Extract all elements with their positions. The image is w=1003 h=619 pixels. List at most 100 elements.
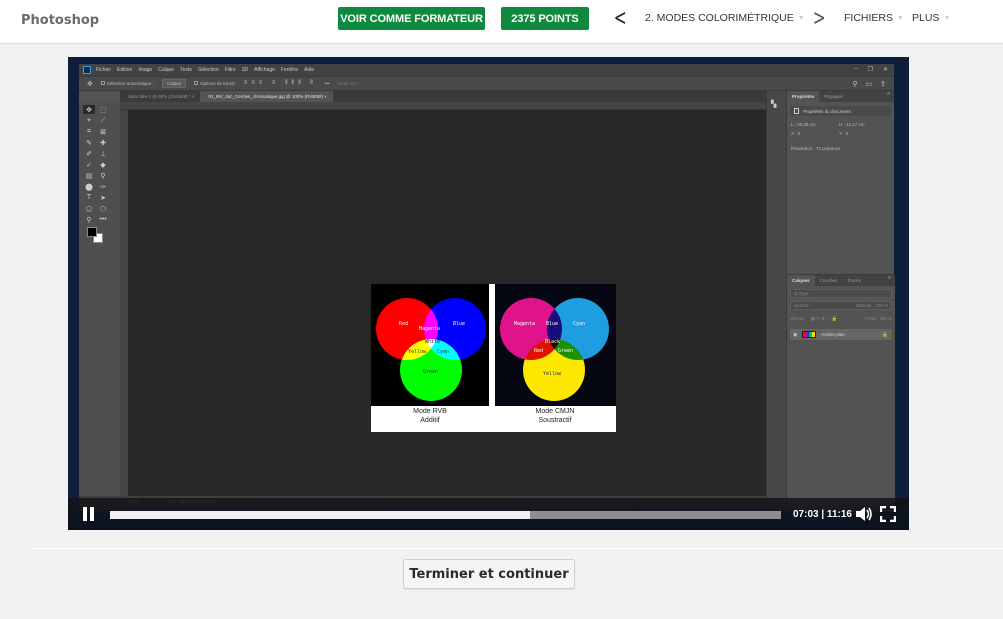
share-icon: ⇪ [880, 81, 886, 88]
mode-3d: Mode 3D : [337, 81, 359, 86]
field-width: L : 20,28 cm [791, 122, 816, 127]
chapter-menu[interactable]: 2. MODES COLORIMÉTRIQUE ▼ [645, 12, 805, 24]
ruler-horizontal [120, 102, 766, 110]
ps-menu-item: Filtre [224, 67, 236, 73]
chevron-left-icon[interactable]: < [614, 8, 627, 30]
cmyk-caption: Mode CMJN Soustractif [496, 407, 614, 425]
properties-tabs: Propriétés Réglages ≡ [787, 91, 894, 102]
ps-tool-icon: ✓ [86, 161, 92, 169]
resolution: Résolution : 72 px/pouce [791, 146, 841, 151]
ps-tool-icon: ✐ [86, 150, 92, 158]
rgb-caption: Mode RVB Additif [371, 407, 489, 425]
layer-name: Arrière-plan [821, 332, 845, 337]
auto-select-option: Sélection automatique : [100, 81, 154, 86]
label-white: White [425, 339, 441, 345]
caption-line: Mode RVB [413, 408, 447, 415]
progress-bar[interactable] [110, 511, 781, 519]
photoshop-logo-icon [83, 66, 91, 74]
tab-layers: Calques [787, 275, 815, 286]
volume-icon[interactable] [855, 507, 873, 521]
ps-tool-icon: ✎ [86, 139, 92, 147]
ps-tool-icon: ⌖ [87, 116, 91, 124]
ps-options-bar: ✥ Sélection automatique : Calque Options… [79, 76, 894, 91]
ps-options-right: ⚲ ▭ ⇪ [852, 80, 886, 88]
ps-tab-active: 01_MV_doc_Cercles_chromatique.jpg @ 100%… [200, 91, 333, 102]
move-tool-icon: ✥ [87, 80, 93, 88]
lock-row: Verrou : ▦ ✎ ✥ ⬚ 🔒 Fond : 100 % [787, 313, 895, 325]
label-black: Black [545, 339, 561, 345]
field-x: X : 0 [791, 131, 801, 136]
field-height: H : 12,17 cm [839, 122, 865, 127]
ps-tool-icon: ⬡ [99, 205, 107, 213]
layer-filter: Q Type [790, 289, 892, 298]
video-player[interactable]: Fichier Edition Image Calque Texte Sélec… [68, 57, 909, 530]
lock-label: Verrou : [790, 316, 806, 321]
divider [29, 548, 1003, 549]
ps-menu-item: Sélection [198, 67, 219, 73]
ps-menu-item: Texte [180, 67, 193, 73]
panel-menu-icon: ≡ [888, 275, 891, 281]
ps-tool-icon: ✚ [100, 139, 106, 147]
progress-fill [110, 511, 531, 519]
label-cyan: Cyan [437, 349, 450, 355]
ps-tool-icon: ⟋ [100, 116, 106, 124]
yellow-circle [523, 339, 585, 401]
caret-down-icon: ▼ [797, 14, 805, 22]
fullscreen-icon[interactable] [880, 506, 896, 522]
ps-tool-icon: ⬤ [85, 183, 93, 191]
transform-option: Options de transf. [194, 81, 236, 86]
tab-channels: Couches [819, 278, 838, 283]
photoshop-screencast: Fichier Edition Image Calque Texte Sélec… [79, 64, 895, 512]
ps-menu-item: Aide [304, 67, 315, 73]
ps-tool-icon: ✑ [100, 183, 106, 191]
document-icon [794, 108, 799, 114]
ps-tool-icon: ◆ [100, 161, 106, 169]
opacity: Opacité : 100 % [855, 303, 888, 308]
points-button[interactable]: 2375 POINTS [501, 7, 589, 30]
ps-tool-icon: ⊥ [99, 150, 107, 158]
layers-tabs: Calques Couches Tracés ≡ [787, 275, 895, 286]
layer-item: ◉ Arrière-plan 🔒 [790, 329, 892, 340]
caret-down-icon: ▼ [897, 14, 904, 22]
pause-icon[interactable] [82, 507, 96, 521]
files-menu[interactable]: FICHIERS ▼ [844, 12, 904, 24]
ps-tool-icon: ⚲ [86, 216, 92, 224]
ps-tab: Sans titre-1 @ 50% (CMJN/8) * × [128, 94, 195, 99]
ps-tool-icon: ••• [99, 216, 107, 223]
blend-mode: Normal Opacité : 100 % [790, 301, 892, 310]
ps-tool-icon: ⌗ [87, 127, 91, 135]
workspace-icon: ▭ [865, 81, 873, 88]
color-circles-image: Red Blue Magenta White Yellow Cyan Green… [371, 284, 616, 432]
cmyk-diagram: Magenta Blue Cyan Black Red Green Yellow [495, 284, 616, 406]
search-icon: ⚲ [852, 81, 858, 88]
minimize-icon: – [854, 66, 858, 72]
ps-toolbar: ✥ ⬚ ⌖ ⟋ ⌗ ⊠ ✎ ✚ ✐ ⊥ ✓ ◆ ▤ ⚲ ⬤ ✑ T ➤ ⬠ ⬡ ⚲ ••• [79, 102, 120, 512]
chevron-right-icon[interactable]: > [813, 8, 826, 30]
more-menu[interactable]: PLUS ▼ [912, 12, 950, 24]
ps-tool-icon: ⊠ [100, 128, 106, 136]
ruler-vertical [120, 110, 128, 496]
view-as-trainer-button[interactable]: VOIR COMME FORMATEUR [338, 7, 485, 30]
properties-fields: L : 20,28 cm H : 12,17 cm X : 0 Y : 0 [787, 120, 894, 138]
chapter-menu-label: 2. MODES COLORIMÉTRIQUE [645, 12, 794, 24]
label-blue: Blue [546, 321, 559, 327]
tab-properties: Propriétés [787, 91, 820, 102]
player-controls: 07:03 | 11:16 [68, 498, 909, 530]
field-y: Y : 0 [839, 131, 849, 136]
ps-window-controls: – ❐ ✕ [854, 66, 888, 73]
tab-adjustments: Réglages [824, 94, 844, 99]
properties-doc: Propriétés du document [790, 106, 891, 116]
files-menu-label: FICHIERS [844, 12, 894, 24]
caret-down-icon: ▼ [943, 14, 951, 22]
ps-tool-icon: ✥ [83, 105, 95, 114]
tab-paths: Tracés [847, 278, 861, 283]
ps-icon-strip: ▚ [766, 91, 786, 512]
ps-tool-icon: ⚲ [100, 172, 106, 180]
close-icon: ✕ [882, 67, 888, 73]
ps-tool-icon: ⬠ [85, 205, 93, 213]
caption-line: Mode CMJN [535, 408, 575, 415]
label-cyan: Cyan [573, 321, 586, 327]
fill: Fond : 100 % [865, 316, 892, 321]
finish-and-continue-button[interactable]: Terminer et continuer [403, 559, 575, 589]
more-options: ••• [324, 81, 330, 86]
